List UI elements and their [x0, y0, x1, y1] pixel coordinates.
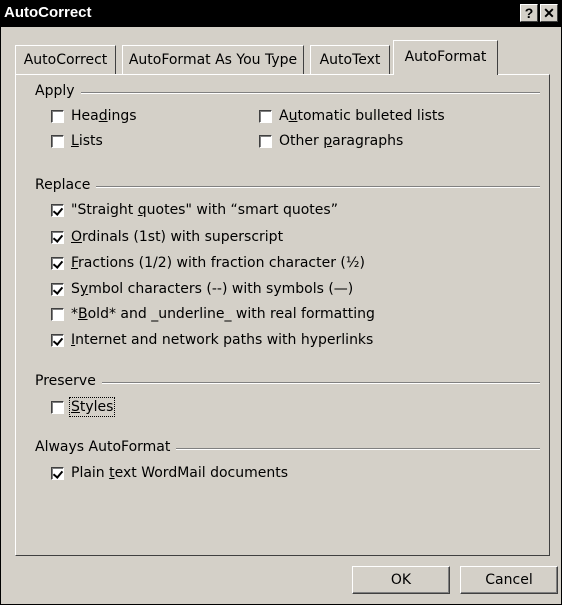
checkbox-label: Automatic bulleted lists [279, 108, 445, 124]
checkbox-box [51, 400, 64, 414]
tab-autoformat[interactable]: AutoFormat [393, 40, 498, 75]
always-autoformat-separator [176, 448, 540, 450]
preserve-separator [100, 382, 540, 384]
checkbox-label: Symbol characters (--) with symbols (—) [71, 281, 354, 297]
cancel-button[interactable]: Cancel [460, 566, 558, 594]
ok-button[interactable]: OK [352, 566, 450, 594]
checkbox-box [51, 307, 64, 321]
autoformat-panel: Apply Headings Automatic bulleted lists … [15, 74, 550, 556]
title-bar: AutoCorrect ? ✕ [1, 1, 561, 27]
checkbox-box [51, 109, 64, 123]
preserve-group-label: Preserve [35, 373, 102, 389]
replace-separator [92, 186, 540, 188]
checkbox-label: "Straight quotes" with “smart quotes” [71, 202, 338, 218]
tab-autocorrect[interactable]: AutoCorrect [15, 45, 116, 74]
help-button[interactable]: ? [520, 4, 538, 22]
checkbox-box [51, 203, 64, 217]
checkbox-label: Plain text WordMail documents [71, 465, 289, 481]
checkbox-box [51, 230, 64, 244]
checkbox-label: Fractions (1/2) with fraction character … [71, 255, 365, 271]
apply-group-label: Apply [35, 83, 81, 99]
replace-group-label: Replace [35, 177, 97, 193]
styles-checkbox[interactable]: Styles [51, 397, 116, 417]
checkbox-label: *Bold* and _underline_ with real formatt… [71, 306, 375, 322]
checkbox-box [51, 466, 64, 480]
ordinals-checkbox[interactable]: Ordinals (1st) with superscript [51, 229, 283, 245]
autocorrect-dialog: AutoCorrect ? ✕ AutoCorrect AutoFormat A… [0, 0, 562, 605]
plain-text-wordmail-checkbox[interactable]: Plain text WordMail documents [51, 465, 288, 481]
other-paragraphs-checkbox[interactable]: Other paragraphs [259, 133, 403, 149]
tab-autoformat-as-you-type[interactable]: AutoFormat As You Type [122, 45, 304, 74]
internet-paths-checkbox[interactable]: Internet and network paths with hyperlin… [51, 332, 373, 348]
checkbox-box [51, 134, 64, 148]
checkbox-box [51, 256, 64, 270]
tab-autotext[interactable]: AutoText [310, 45, 390, 74]
always-autoformat-group-label: Always AutoFormat [35, 439, 177, 455]
checkbox-label: Lists [71, 133, 103, 149]
checkbox-label: Styles [68, 397, 116, 417]
headings-checkbox[interactable]: Headings [51, 108, 137, 124]
checkbox-label: Ordinals (1st) with superscript [71, 229, 284, 245]
checkbox-box [51, 282, 64, 296]
automatic-bulleted-lists-checkbox[interactable]: Automatic bulleted lists [259, 108, 445, 124]
apply-separator [80, 92, 540, 94]
checkbox-box [259, 134, 272, 148]
checkbox-label: Internet and network paths with hyperlin… [71, 332, 374, 348]
fractions-checkbox[interactable]: Fractions (1/2) with fraction character … [51, 255, 365, 271]
bold-underline-checkbox[interactable]: *Bold* and _underline_ with real formatt… [51, 306, 375, 322]
lists-checkbox[interactable]: Lists [51, 133, 103, 149]
symbol-characters-checkbox[interactable]: Symbol characters (--) with symbols (—) [51, 281, 353, 297]
checkbox-box [259, 109, 272, 123]
window-title: AutoCorrect [4, 4, 92, 21]
checkbox-box [51, 333, 64, 347]
checkbox-label: Headings [71, 108, 137, 124]
close-button[interactable]: ✕ [540, 4, 558, 22]
straight-quotes-checkbox[interactable]: "Straight quotes" with “smart quotes” [51, 202, 338, 218]
checkbox-label: Other paragraphs [279, 133, 404, 149]
